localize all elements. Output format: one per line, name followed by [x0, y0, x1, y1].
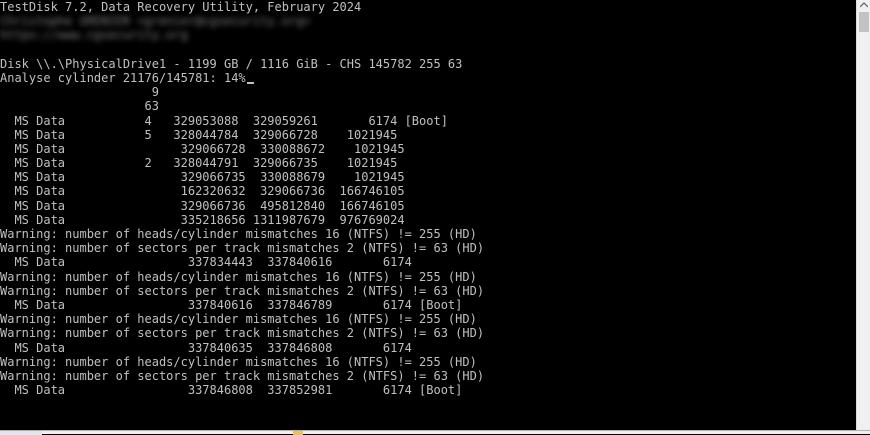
- warning-line: Warning: number of sectors per track mis…: [0, 283, 485, 298]
- vertical-scrollbar[interactable]: [856, 0, 870, 430]
- analyse-progress-text: Analyse cylinder 21176/145781: 14%: [0, 70, 246, 85]
- partition-line: MS Data 162320632 329066736 166746105: [0, 184, 405, 199]
- partition-line: MS Data 337840616 337846789 6174 [Boot]: [0, 297, 463, 312]
- warning-line: Warning: number of heads/cylinder mismat…: [0, 227, 477, 241]
- warning-line: Warning: number of sectors per track mis…: [0, 326, 485, 341]
- partition-line: MS Data 2 328044791 329066735 1021945: [0, 156, 398, 171]
- taskbar-strip: [0, 430, 870, 435]
- title-line: TestDisk 7.2, Data Recovery Utility, Feb…: [0, 0, 362, 14]
- analyse-progress-line: Analyse cylinder 21176/145781: 14%: [0, 71, 856, 85]
- text-cursor: [246, 81, 254, 84]
- partition-line: MS Data 4 329053088 329059261 6174 [Boot…: [0, 113, 448, 128]
- output-line: 9: [0, 85, 159, 100]
- warning-line: Warning: number of sectors per track mis…: [0, 368, 485, 383]
- warning-line: Warning: number of heads/cylinder mismat…: [0, 269, 477, 284]
- partition-line: MS Data 337834443 337840616 6174: [0, 255, 412, 270]
- disk-info-line: Disk \\.\PhysicalDrive1 - 1199 GB / 1116…: [0, 56, 463, 71]
- partition-line: MS Data 335218656 1311987679 976769024: [0, 212, 405, 227]
- console-window[interactable]: TestDisk 7.2, Data Recovery Utility, Feb…: [0, 0, 856, 430]
- scrollbar-thumb[interactable]: [859, 12, 869, 32]
- partition-line: MS Data 329066735 330088679 1021945: [0, 170, 405, 185]
- partition-line: MS Data 5 328044784 329066728 1021945: [0, 127, 398, 142]
- website-line: https://www.cgsecurity.org: [0, 28, 188, 43]
- warning-line: Warning: number of heads/cylinder mismat…: [0, 312, 477, 327]
- partition-line: MS Data 337840635 337846808 6174: [0, 340, 412, 355]
- author-line: Christophe GRENIER <grenier@cgsecurity.o…: [0, 14, 311, 29]
- taskbar-item[interactable]: [0, 431, 42, 435]
- folder-icon[interactable]: [293, 431, 303, 435]
- output-line: 63: [0, 99, 159, 114]
- warning-line: Warning: number of sectors per track mis…: [0, 241, 485, 256]
- partition-line: MS Data 329066736 495812840 166746105: [0, 198, 405, 213]
- partition-line: MS Data 329066728 330088672 1021945: [0, 141, 405, 156]
- scan-output: 9 63 MS Data 4 329053088 329059261 6174 …: [0, 85, 856, 397]
- warning-line: Warning: number of heads/cylinder mismat…: [0, 354, 477, 369]
- scroll-up-arrow-icon[interactable]: [860, 2, 868, 8]
- partition-line: MS Data 337846808 337852981 6174 [Boot]: [0, 383, 463, 398]
